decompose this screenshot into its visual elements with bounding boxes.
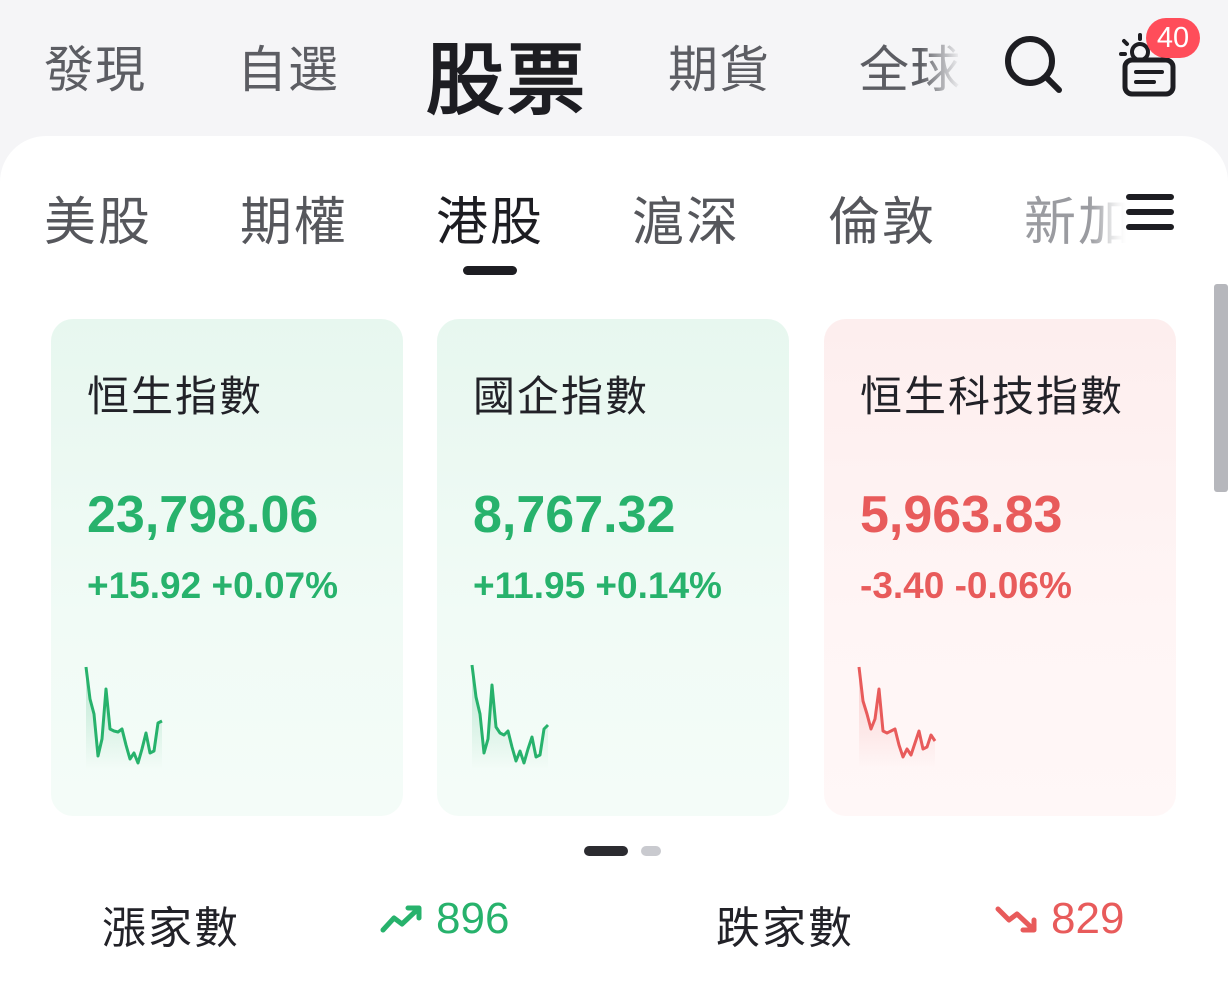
tab-overflow-fade <box>1100 176 1128 256</box>
index-change: +11.95 +0.14% <box>473 565 722 606</box>
index-name: 恒生指數 <box>87 372 264 421</box>
market-tabs: 美股 期權 港股 滬深 倫敦 新加 <box>0 136 1228 286</box>
scrollbar[interactable] <box>1214 284 1228 492</box>
index-value: 5,963.83 <box>860 486 1063 544</box>
index-card-hsi[interactable]: 恒生指數 23,798.06 +15.92 +0.07% <box>51 319 403 816</box>
sparkline-chart <box>470 664 550 769</box>
advancers-label: 漲家數 <box>102 903 240 954</box>
notification-count-badge: 40 <box>1146 18 1200 58</box>
advancers-count: 896 <box>436 894 510 943</box>
pager-dot-active[interactable] <box>584 846 628 856</box>
index-name: 國企指數 <box>473 372 650 421</box>
tab-discover[interactable]: 發現 <box>44 30 146 102</box>
tab-watchlist[interactable]: 自選 <box>237 30 339 102</box>
tab-hk-stocks[interactable]: 港股 <box>436 180 544 255</box>
index-card-hscei[interactable]: 國企指數 8,767.32 +11.95 +0.14% <box>437 319 789 816</box>
index-change: +15.92 +0.07% <box>87 565 338 606</box>
notification-button[interactable]: 40 <box>1110 18 1200 98</box>
decliners-count: 829 <box>1051 894 1125 943</box>
index-value: 8,767.32 <box>473 486 676 544</box>
tab-a-shares[interactable]: 滬深 <box>632 180 740 255</box>
active-tab-indicator <box>463 266 517 275</box>
sparkline-chart <box>857 666 937 769</box>
sparkline-chart <box>84 666 163 769</box>
decliners-label: 跌家數 <box>716 903 854 954</box>
index-card-hstech[interactable]: 恒生科技指數 5,963.83 -3.40 -0.06% <box>824 319 1176 816</box>
market-content-sheet: 美股 期權 港股 滬深 倫敦 新加 恒生指數 23,798.06 +15.92 … <box>0 136 1228 991</box>
tab-global[interactable]: 全球 <box>859 30 961 102</box>
index-value: 23,798.06 <box>87 486 319 544</box>
pager-dot-inactive[interactable] <box>641 846 661 856</box>
menu-icon[interactable] <box>1126 192 1174 232</box>
tab-london[interactable]: 倫敦 <box>828 180 936 255</box>
index-name: 恒生科技指數 <box>860 372 1125 421</box>
tab-stocks[interactable]: 股票 <box>426 18 588 130</box>
trend-up-icon <box>380 905 422 933</box>
index-change: -3.40 -0.06% <box>860 565 1072 606</box>
tab-us-stocks[interactable]: 美股 <box>44 180 152 255</box>
top-navigation: 發現 自選 股票 期貨 全球 40 <box>0 0 1228 130</box>
search-icon[interactable] <box>1003 34 1065 96</box>
tab-futures[interactable]: 期貨 <box>668 30 770 102</box>
trend-down-icon <box>995 906 1037 933</box>
tab-options[interactable]: 期權 <box>240 180 348 255</box>
